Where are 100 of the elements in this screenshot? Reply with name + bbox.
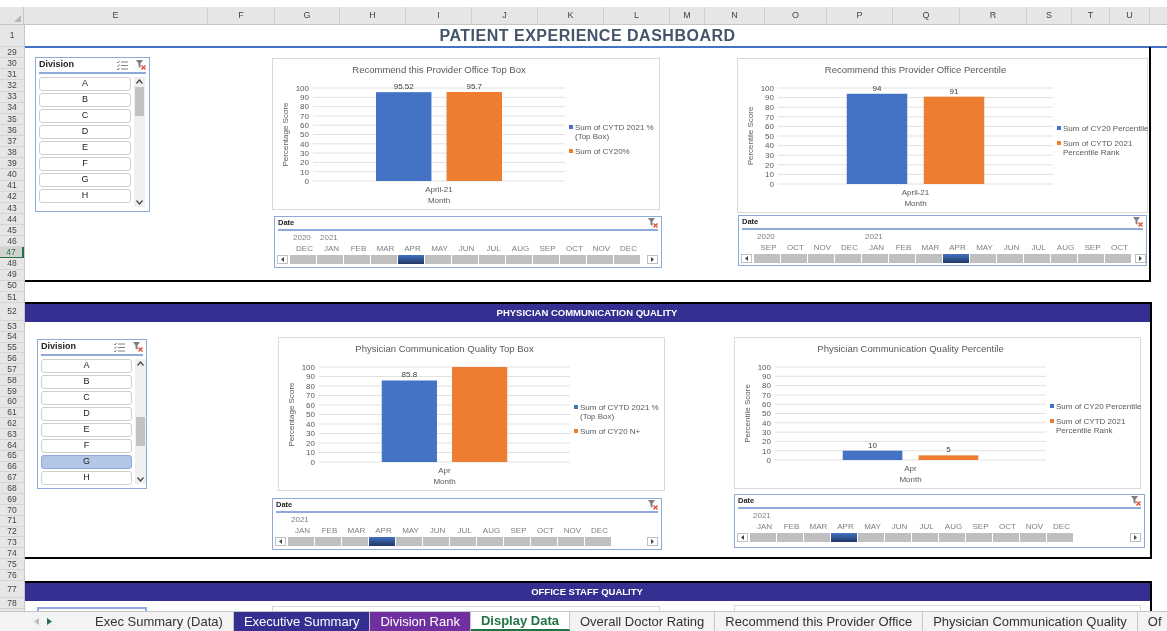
timeline-period[interactable] [831, 532, 857, 542]
slicer-item[interactable]: B [41, 375, 133, 389]
row-header[interactable]: 70 [0, 504, 24, 516]
row-header[interactable]: 44 [0, 213, 24, 225]
column-header[interactable]: Q [893, 7, 960, 24]
slicer-item[interactable]: E [41, 423, 133, 437]
row-header[interactable]: 41 [0, 180, 24, 192]
row-header[interactable]: 74 [0, 548, 24, 560]
row-header[interactable]: 78 [0, 597, 24, 609]
slicer-item[interactable]: D [41, 407, 133, 421]
row-header[interactable]: 76 [0, 569, 24, 581]
slicer-item[interactable]: B [39, 93, 131, 107]
row-header[interactable]: 72 [0, 526, 24, 538]
row-header[interactable]: 45 [0, 225, 24, 237]
slicer-item[interactable]: F [39, 157, 131, 171]
slicer-item[interactable]: C [39, 109, 131, 123]
slicer-item[interactable]: H [39, 189, 131, 203]
row-header[interactable]: 34 [0, 102, 24, 114]
row-header[interactable]: 37 [0, 136, 24, 148]
row-header[interactable]: 48 [0, 258, 24, 270]
row-header[interactable]: 58 [0, 375, 24, 386]
slicer-item[interactable]: A [41, 359, 133, 373]
row-header[interactable]: 71 [0, 515, 24, 527]
column-header[interactable]: O [765, 7, 827, 24]
sheet-tab[interactable]: Of [1137, 612, 1167, 631]
row-header[interactable]: 73 [0, 537, 24, 549]
column-header[interactable]: I [406, 7, 472, 24]
row-header[interactable]: 62 [0, 418, 24, 430]
scroll-left-button[interactable] [741, 253, 752, 263]
sheet-tab[interactable]: Physician Communication Quality [923, 612, 1138, 631]
column-header[interactable]: P [827, 7, 893, 24]
row-header[interactable]: 55 [0, 342, 24, 354]
row-header[interactable]: 42 [0, 191, 24, 203]
clear-filter-button[interactable] [136, 60, 146, 70]
row-header[interactable]: 59 [0, 385, 24, 397]
column-header[interactable]: R [960, 7, 1027, 24]
scrollbar[interactable] [134, 77, 145, 207]
sheet-tab[interactable]: Overall Doctor Rating [570, 612, 716, 631]
scroll-right-button[interactable] [647, 536, 658, 546]
column-header[interactable]: K [538, 7, 604, 24]
row-header[interactable]: 61 [0, 407, 24, 419]
sheet-tab[interactable]: Recommend this Provider Office [715, 612, 924, 631]
row-header[interactable]: 75 [0, 559, 24, 570]
clear-filter-button[interactable] [648, 500, 658, 510]
row-header[interactable]: 30 [0, 58, 24, 70]
row-header[interactable]: 53 [0, 320, 24, 332]
row-header[interactable]: 68 [0, 483, 24, 495]
row-header[interactable]: 52 [0, 302, 24, 321]
scrollbar-thumb[interactable] [136, 417, 146, 446]
row-header[interactable]: 29 [0, 47, 24, 59]
row-header[interactable]: 35 [0, 113, 24, 125]
scroll-left-button[interactable] [275, 536, 286, 546]
slicer-item[interactable]: F [41, 439, 133, 453]
row-header[interactable]: 32 [0, 80, 24, 92]
column-header[interactable]: T [1072, 7, 1110, 24]
row-header[interactable]: 69 [0, 494, 24, 505]
clear-filter-button[interactable] [1133, 217, 1143, 227]
clear-filter-button[interactable] [648, 218, 658, 228]
timeline-period[interactable] [398, 254, 424, 264]
column-header[interactable]: N [705, 7, 765, 24]
row-header[interactable]: 60 [0, 396, 24, 408]
column-header[interactable]: E [24, 7, 208, 24]
row-header[interactable]: 31 [0, 69, 24, 81]
column-header[interactable]: G [275, 7, 340, 24]
clear-filter-button[interactable] [133, 342, 143, 352]
scroll-right-button[interactable] [1135, 253, 1146, 263]
row-header[interactable]: 51 [0, 291, 24, 303]
scroll-left-button[interactable] [277, 254, 288, 264]
slicer-item[interactable]: C [41, 391, 133, 405]
column-header[interactable]: U [1110, 7, 1150, 24]
slicer-item[interactable]: H [41, 471, 133, 485]
row-header[interactable]: 1 [0, 25, 24, 47]
slicer-item[interactable]: G [41, 455, 133, 469]
row-header[interactable]: 64 [0, 440, 24, 451]
row-header[interactable]: 36 [0, 124, 24, 136]
row-header[interactable]: 38 [0, 147, 24, 159]
scrollbar[interactable] [135, 359, 146, 484]
scroll-left-button[interactable] [737, 532, 748, 542]
row-header[interactable]: 33 [0, 91, 24, 103]
column-header[interactable]: H [340, 7, 406, 24]
row-header[interactable]: 47 [0, 247, 24, 259]
row-header[interactable]: 43 [0, 202, 24, 214]
row-header[interactable]: 49 [0, 269, 24, 281]
sheet-tab[interactable]: Division Rank [370, 612, 471, 631]
row-header[interactable]: 77 [0, 580, 24, 598]
scroll-right-button[interactable] [1130, 532, 1141, 542]
slicer-item[interactable]: A [39, 77, 131, 91]
column-header[interactable]: M [670, 7, 705, 24]
sheet-tab[interactable]: Display Data [470, 612, 570, 631]
column-header[interactable]: F [208, 7, 275, 24]
column-header[interactable]: J [472, 7, 538, 24]
sheet-tab[interactable]: Exec Summary (Data) [85, 612, 234, 631]
column-header[interactable]: L [604, 7, 670, 24]
row-header[interactable]: 63 [0, 429, 24, 440]
clear-filter-button[interactable] [1131, 496, 1141, 506]
timeline-period[interactable] [943, 253, 969, 263]
row-header[interactable]: 67 [0, 472, 24, 484]
timeline-period[interactable] [369, 536, 395, 546]
row-header[interactable]: 50 [0, 280, 24, 292]
row-header[interactable]: 56 [0, 353, 24, 365]
